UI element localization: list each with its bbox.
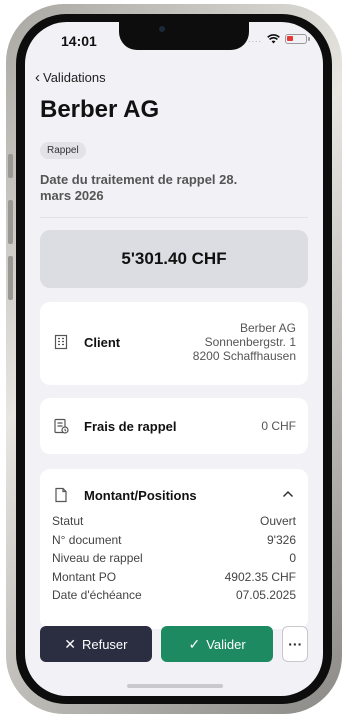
client-city: 8200 Schaffhausen	[192, 349, 296, 363]
detail-label: Date d'échéance	[52, 588, 142, 602]
refuse-button[interactable]: ✕ Refuser	[40, 626, 152, 662]
volume-up-button	[8, 200, 13, 244]
reminder-date: Date du traitement de rappel 28. mars 20…	[40, 172, 238, 203]
close-icon: ✕	[64, 635, 76, 652]
detail-row-level: Niveau de rappel 0	[52, 549, 296, 568]
wifi-icon	[267, 34, 280, 44]
signal-icon: ....	[247, 34, 262, 44]
client-label: Client	[84, 335, 121, 350]
screen: 14:01 .... ‹ Validations Berber AG Rappe…	[25, 22, 323, 696]
back-button[interactable]: ‹ Validations	[35, 69, 106, 86]
battery-low-icon	[285, 34, 310, 44]
type-badge: Rappel	[40, 142, 86, 159]
detail-row-document: N° document 9'326	[52, 531, 296, 550]
fees-label: Frais de rappel	[84, 419, 177, 434]
detail-label: Montant PO	[52, 569, 117, 584]
more-icon: ···	[288, 636, 303, 652]
fees-card: Frais de rappel 0 CHF	[40, 398, 308, 454]
validate-label: Valider	[206, 636, 246, 652]
client-street: Sonnenbergstr. 1	[204, 335, 296, 349]
amount-positions-label: Montant/Positions	[84, 488, 197, 503]
detail-value: 07.05.2025	[235, 588, 296, 602]
status-time: 14:01	[61, 33, 97, 49]
volume-down-button	[8, 256, 13, 300]
action-bar: ✕ Refuser ✓ Valider ···	[40, 626, 309, 662]
chevron-left-icon: ‹	[35, 69, 40, 86]
total-amount: 5'301.40 CHF	[40, 230, 308, 288]
building-icon	[52, 333, 70, 356]
validate-button[interactable]: ✓ Valider	[160, 626, 274, 662]
more-options-button[interactable]: ···	[282, 626, 309, 662]
client-card: Client Berber AG Sonnenbergstr. 1 8200 S…	[40, 302, 308, 385]
page-title: Berber AG	[40, 96, 160, 123]
home-indicator	[127, 684, 223, 688]
detail-label: Niveau de rappel	[52, 551, 143, 565]
checkmark-icon: ✓	[188, 635, 201, 652]
details-list: Statut Ouvert N° document 9'326 Niveau d…	[52, 512, 296, 605]
status-icons: ....	[247, 34, 310, 44]
mute-switch	[8, 154, 13, 178]
notch	[119, 22, 249, 50]
refuse-label: Refuser	[81, 636, 128, 652]
receipt-icon	[52, 417, 70, 440]
detail-value: 4902.35 CHF	[224, 569, 296, 584]
detail-value: 9'326	[267, 532, 296, 547]
amount-positions-card: Montant/Positions Statut Ouvert N° docum…	[40, 469, 308, 629]
back-label: Validations	[43, 70, 106, 85]
fees-value: 0 CHF	[261, 419, 296, 433]
divider	[40, 217, 308, 218]
client-address: Berber AG Sonnenbergstr. 1 8200 Schaffha…	[193, 321, 296, 363]
detail-value: Ouvert	[259, 514, 296, 528]
detail-label: N° document	[52, 532, 122, 547]
detail-label: Statut	[52, 514, 84, 528]
chevron-up-icon[interactable]	[282, 486, 294, 501]
camera	[159, 26, 165, 32]
detail-row-due-date: Date d'échéance 07.05.2025	[52, 586, 296, 605]
detail-value: 0	[289, 551, 296, 565]
detail-row-status: Statut Ouvert	[52, 512, 296, 531]
detail-row-amount: Montant PO 4902.35 CHF	[52, 568, 296, 587]
client-name: Berber AG	[239, 321, 296, 335]
document-icon	[52, 486, 70, 509]
